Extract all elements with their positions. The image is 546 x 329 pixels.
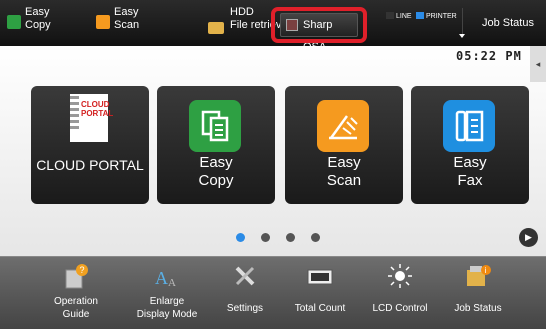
operation-guide-button[interactable]: ? Operation Guide [31, 257, 121, 329]
tile-label: Easy Fax [453, 154, 487, 189]
dock-label: Operation Guide [54, 296, 98, 320]
page-dot[interactable] [286, 233, 295, 242]
enlarge-display-mode-button[interactable]: AA Enlarge Display Mode [122, 257, 212, 329]
side-panel-toggle[interactable]: ◂ [530, 46, 546, 82]
tile-easy-fax[interactable]: Easy Fax [411, 86, 529, 204]
dock-label: LCD Control [372, 303, 428, 314]
tile-cloud-portal[interactable]: CLOUD PORTAL CLOUD PORTAL [31, 86, 149, 204]
svg-text:i: i [485, 266, 487, 275]
hdd-file-retrieve-shortcut[interactable]: HDD File retriev [200, 6, 281, 42]
tile-label: CLOUD PORTAL [36, 157, 144, 173]
dropdown-arrow-icon [459, 34, 465, 38]
dock-label: Enlarge Display Mode [136, 296, 198, 320]
job-status-button-top[interactable]: Job Status [482, 17, 534, 29]
bottom-dock: ? Operation Guide AA Enlarge Display Mod… [0, 256, 546, 329]
easy-scan-shortcut[interactable]: Easy Scan [96, 6, 176, 42]
divider [462, 8, 463, 36]
job-status-button[interactable]: i Job Status [433, 257, 523, 329]
svg-text:?: ? [80, 265, 85, 275]
highlight-outline [271, 7, 367, 43]
tile-easy-scan[interactable]: Easy Scan [285, 86, 403, 204]
tile-label: Easy Scan [326, 154, 362, 189]
counter-icon [307, 269, 333, 285]
tile-easy-copy[interactable]: Easy Copy [157, 86, 275, 204]
tile-label: Easy Copy [198, 154, 234, 189]
lcd-control-button[interactable]: LCD Control [355, 257, 445, 329]
enlarge-text-icon: AA [155, 268, 176, 289]
page-dot[interactable] [261, 233, 270, 242]
job-status-icon: i [467, 265, 491, 286]
easy-scan-shortcut-label: Easy Scan [114, 6, 140, 31]
folder-icon [208, 22, 224, 34]
copy-icon [189, 100, 241, 152]
brightness-icon [388, 264, 412, 288]
page-dot[interactable] [236, 233, 245, 242]
line-indicator: LINE [386, 12, 412, 20]
svg-text:A: A [155, 268, 168, 288]
copy-icon [7, 15, 21, 29]
next-page-button[interactable]: ▶ [519, 228, 538, 247]
wrench-icon [235, 266, 255, 286]
dock-label: Total Count [294, 303, 346, 314]
scan-icon [317, 100, 369, 152]
clock: 05:22 PM [456, 49, 522, 63]
guide-book-icon: ? [65, 264, 88, 289]
page-dot[interactable] [311, 233, 320, 242]
total-count-button[interactable]: Total Count [275, 257, 365, 329]
dock-label: Job Status [454, 303, 502, 314]
fax-icon [443, 100, 495, 152]
top-bar: Easy Copy Easy Scan HDD File retriev Sha… [0, 0, 546, 53]
svg-text:A: A [168, 277, 176, 289]
easy-copy-shortcut[interactable]: Easy Copy [7, 6, 87, 42]
scan-icon [96, 15, 110, 29]
cloud-portal-icon: CLOUD PORTAL [70, 94, 113, 142]
printer-indicator: PRINTER [416, 12, 457, 20]
easy-copy-shortcut-label: Easy Copy [25, 6, 51, 31]
